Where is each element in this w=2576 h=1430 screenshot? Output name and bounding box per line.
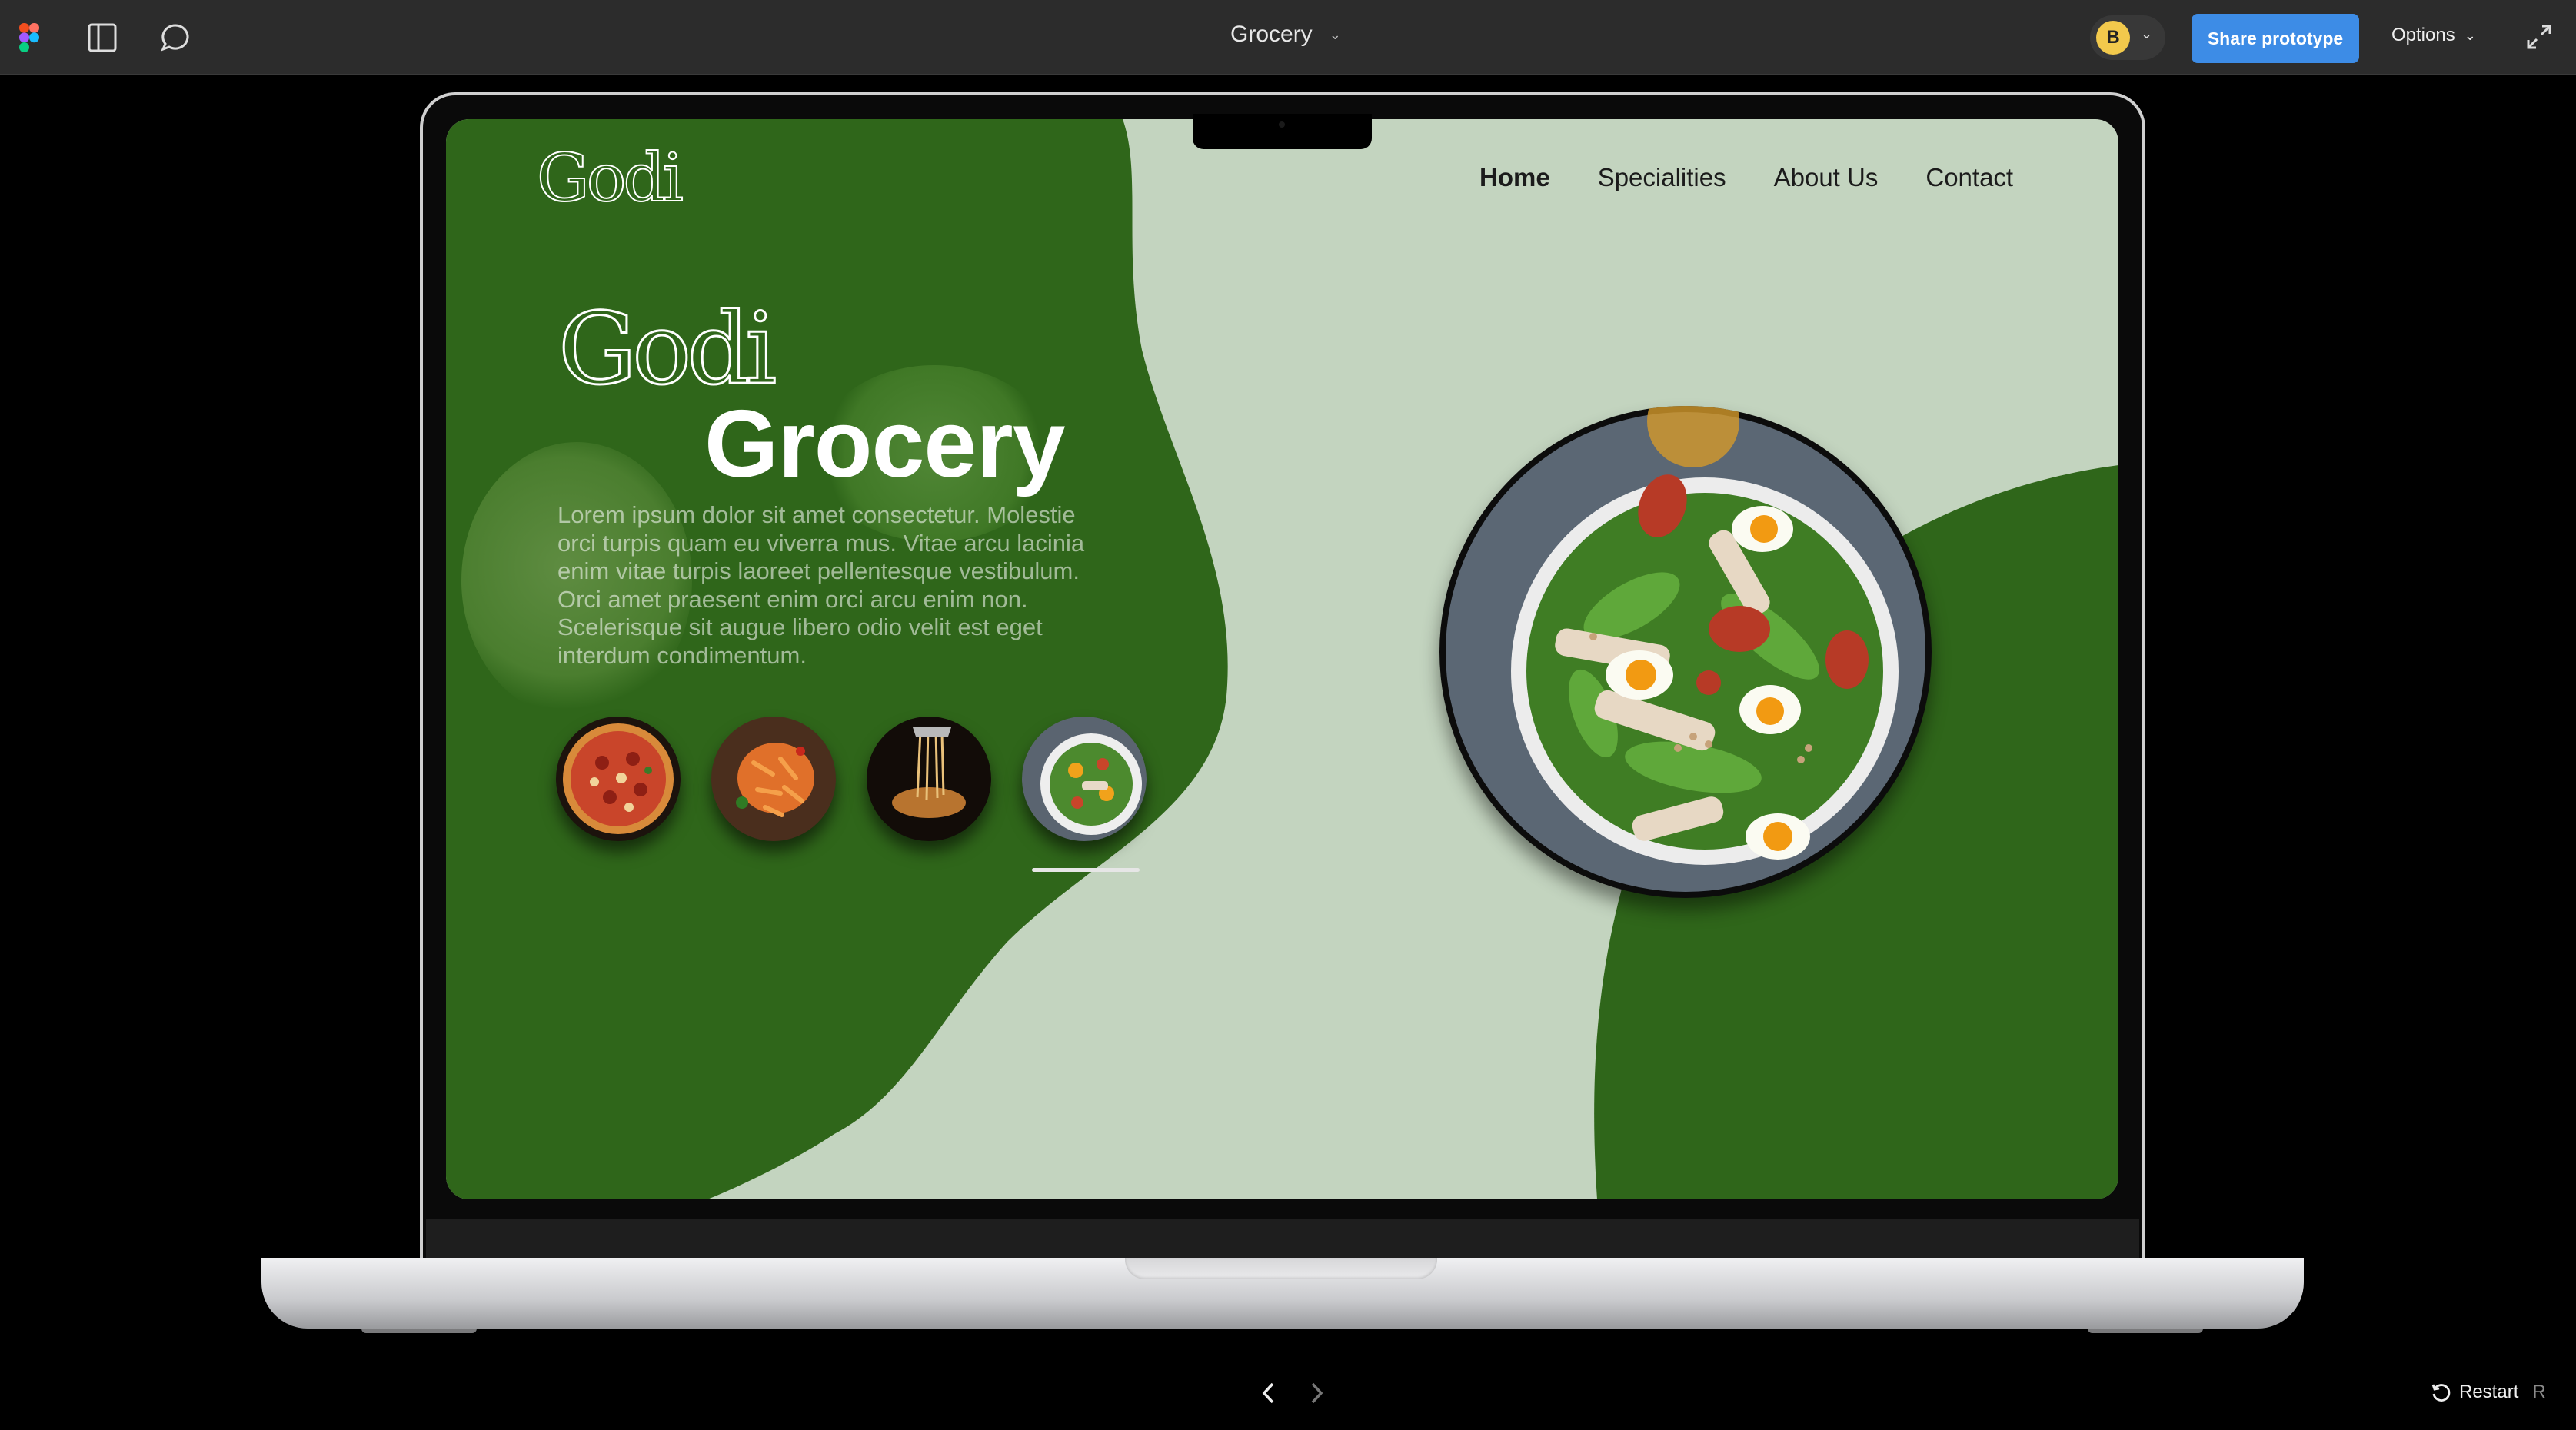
file-title: Grocery — [1230, 22, 1313, 47]
file-title-menu[interactable]: Grocery ⌄ — [1230, 22, 1341, 48]
avatar: B — [2096, 21, 2130, 55]
camera-notch — [1193, 114, 1372, 149]
nav-contact[interactable]: Contact — [1925, 163, 2013, 192]
restart-icon — [2431, 1384, 2451, 1402]
chevron-down-icon: ⌄ — [2141, 26, 2153, 42]
thumbnail-penne[interactable] — [711, 717, 836, 841]
share-prototype-button[interactable]: Share prototype — [2192, 14, 2359, 63]
chevron-down-icon: ⌄ — [1329, 26, 1341, 42]
prototype-toolbar: Grocery ⌄ B ⌄ Share prototype Options ⌄ — [0, 0, 2576, 75]
thumbnail-salad[interactable] — [1022, 717, 1147, 841]
site-nav: Home Specialities About Us Contact — [1479, 163, 2013, 192]
nav-home[interactable]: Home — [1479, 163, 1550, 192]
options-menu[interactable]: Options ⌄ — [2391, 25, 2476, 46]
chevron-down-icon: ⌄ — [2464, 27, 2476, 43]
restart-shortcut: R — [2532, 1382, 2546, 1402]
site-logo[interactable]: Godi — [536, 139, 684, 218]
thumbnail-spaghetti[interactable] — [867, 717, 991, 841]
thumbnail-pizza[interactable] — [556, 717, 681, 841]
user-menu[interactable]: B ⌄ — [2090, 15, 2165, 60]
hero-title: Grocery — [704, 391, 1066, 497]
restart-label: Restart — [2459, 1382, 2519, 1402]
laptop-foot-right — [2088, 1329, 2203, 1333]
comment-icon[interactable] — [158, 21, 192, 55]
restart-button[interactable]: Restart R — [2430, 1382, 2546, 1403]
prototype-screen: Godi Home Specialities About Us Contact … — [446, 119, 2118, 1199]
featured-salad-image — [1439, 406, 1932, 898]
laptop-hinge-notch — [1125, 1258, 1437, 1279]
hero-description: Lorem ipsum dolor sit amet consectetur. … — [557, 501, 1085, 669]
nav-about-us[interactable]: About Us — [1774, 163, 1879, 192]
sidebar-toggle-icon[interactable] — [85, 21, 119, 55]
frame-pager — [1255, 1379, 1330, 1407]
expand-icon[interactable] — [2525, 23, 2553, 51]
next-arrow-icon[interactable] — [1303, 1379, 1330, 1407]
options-label: Options — [2391, 25, 2455, 45]
prev-arrow-icon[interactable] — [1255, 1379, 1283, 1407]
figma-logo-icon[interactable] — [12, 21, 46, 55]
camera-dot — [1279, 121, 1285, 128]
laptop-foot-left — [361, 1329, 477, 1333]
nav-specialities[interactable]: Specialities — [1598, 163, 1726, 192]
selected-thumbnail-indicator — [1032, 868, 1140, 872]
laptop-bezel-chin — [426, 1219, 2139, 1259]
